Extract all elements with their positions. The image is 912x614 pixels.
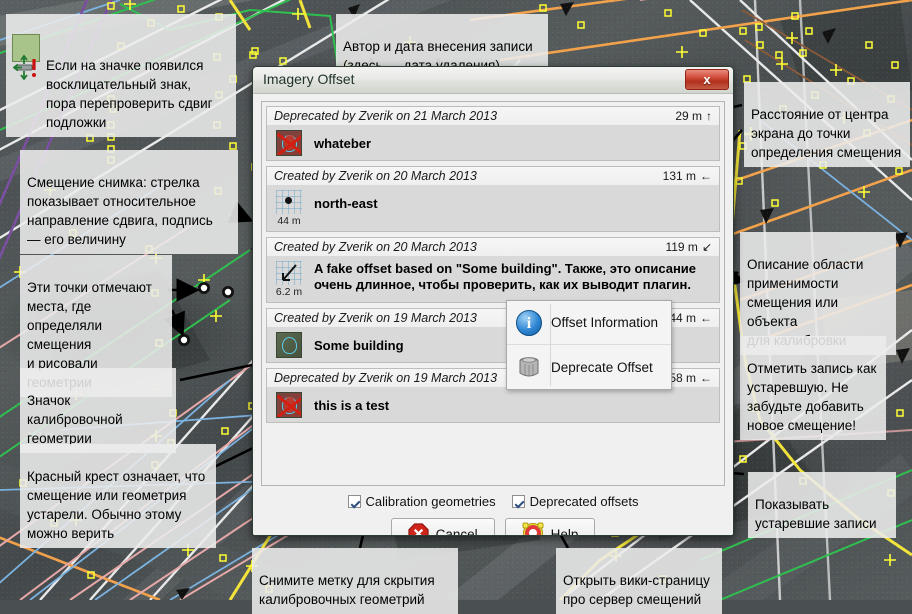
distance-direction-icon: ←	[700, 169, 712, 183]
calibration-geometry-deprecated-icon	[276, 130, 302, 156]
offset-row-title: A fake offset based on "Some building". …	[314, 261, 712, 293]
imagery-offset-dialog: Imagery Offset x Deprecated by Zverik on…	[252, 66, 734, 536]
callout-left-redcross-text: Красный крест означает, что смещение или…	[27, 469, 205, 541]
callout-top-right: Расстояние от центра экрана до точки опр…	[744, 82, 910, 167]
distance-value: 131 m	[663, 169, 696, 183]
callout-bottom-left-text: Снимите метку для скрытия калибровочных …	[259, 573, 435, 607]
offset-row-icon-slot	[274, 392, 304, 418]
offset-context-menu[interactable]: i Offset Information Deprecate Offset	[506, 300, 672, 390]
offset-row-meta: Deprecated by Zverik on 19 March 2013	[274, 371, 497, 385]
offset-row-header: Created by Zverik on 20 March 2013 131 m…	[267, 167, 719, 185]
offset-row-icon-slot	[274, 130, 304, 156]
imagery-offset-button-icon	[12, 34, 40, 62]
checkbox-label: Calibration geometries	[366, 494, 496, 509]
checkbox-deprecated-offsets[interactable]: Deprecated offsets	[512, 494, 639, 509]
offset-magnitude-label: 6.2 m	[276, 286, 302, 298]
filter-checkbox-row: Calibration geometries Deprecated offset…	[253, 494, 733, 509]
offset-list-item[interactable]: Deprecated by Zverik on 21 March 2013 29…	[266, 106, 720, 161]
callout-left-geom-icon-text: Значок калибровочной геометрии	[27, 393, 123, 446]
checkbox-label: Deprecated offsets	[530, 494, 639, 509]
callout-left-geom-icon: Значок калибровочной геометрии	[20, 368, 176, 453]
offset-row-distance: 29 m ↑	[675, 109, 712, 123]
info-icon: i	[507, 310, 551, 336]
callout-right-deprecate-text: Отметить запись как устаревшую. Не забуд…	[747, 361, 876, 433]
menu-item-deprecate-offset[interactable]: Deprecate Offset	[507, 345, 671, 389]
callout-top-left-text: Если на значке появился восклицательный …	[46, 58, 213, 130]
offset-row-icon-slot: 6.2 m	[274, 261, 304, 298]
callout-right-show-deprecated-text: Показывать устаревшие записи	[755, 497, 877, 531]
help-button[interactable]: Help	[505, 518, 596, 536]
offset-magnitude-label: 44 m	[277, 215, 300, 227]
cancel-icon	[408, 523, 429, 537]
offset-row-meta: Created by Zverik on 19 March 2013	[274, 311, 477, 325]
offset-list-item[interactable]: Created by Zverik on 20 March 2013 131 m…	[266, 166, 720, 232]
offset-row-body[interactable]: 44 m north-east	[267, 185, 719, 231]
calibration-geometry-icon	[276, 332, 302, 358]
trash-icon	[507, 354, 551, 380]
dialog-titlebar[interactable]: Imagery Offset x	[253, 67, 733, 94]
distance-value: 119 m	[665, 240, 697, 254]
help-button-label: Help	[551, 527, 579, 536]
callout-top-right-text: Расстояние от центра экрана до точки опр…	[751, 107, 901, 160]
cancel-button-label: Cancel	[436, 527, 478, 536]
dialog-body: Deprecated by Zverik on 21 March 2013 29…	[253, 94, 733, 535]
callout-left-offset-text: Смещение снимка: стрелка показывает отно…	[27, 175, 213, 247]
checkbox-checked-icon[interactable]	[512, 495, 525, 508]
distance-value: 29 m	[675, 109, 702, 123]
menu-item-label: Offset Information	[551, 315, 658, 330]
distance-direction-icon: ←	[700, 311, 712, 325]
offset-row-meta: Deprecated by Zverik on 21 March 2013	[274, 109, 497, 123]
offset-list-item[interactable]: Created by Zverik on 20 March 2013 119 m…	[266, 237, 720, 303]
offset-row-title: whateber	[314, 130, 371, 152]
callout-right-show-deprecated: Показывать устаревшие записи	[748, 472, 896, 538]
offset-row-header: Deprecated by Zverik on 21 March 2013 29…	[267, 107, 719, 125]
offset-row-body[interactable]: whateber	[267, 125, 719, 160]
distance-direction-icon: ↙	[702, 240, 712, 254]
offset-arrow-icon	[276, 261, 302, 285]
callout-right-deprecate: Отметить запись как устаревшую. Не забуд…	[740, 336, 886, 440]
offset-row-title: north-east	[314, 190, 378, 212]
distance-direction-icon: ↑	[706, 109, 712, 123]
dialog-button-row: Cancel Help	[253, 518, 733, 536]
offset-row-meta: Created by Zverik on 20 March 2013	[274, 240, 477, 254]
callout-left-offset: Смещение снимка: стрелка показывает отно…	[20, 150, 238, 254]
calibration-geometry-deprecated-icon	[276, 392, 302, 418]
menu-item-label: Deprecate Offset	[551, 360, 653, 375]
callout-right-description-text: Описание области применимости смещения и…	[747, 257, 863, 348]
callout-top-left: Если на значке появился восклицательный …	[6, 14, 236, 137]
offset-row-distance: 131 m ←	[663, 169, 712, 183]
offset-row-icon-slot: 44 m	[274, 190, 304, 227]
cancel-button[interactable]: Cancel	[391, 518, 495, 536]
offset-row-distance: 119 m ↙	[665, 240, 712, 254]
callout-left-redcross: Красный крест означает, что смещение или…	[20, 444, 216, 548]
dialog-title: Imagery Offset	[263, 71, 355, 87]
distance-direction-icon: ←	[700, 371, 712, 385]
checkbox-calibration-geometries[interactable]: Calibration geometries	[348, 494, 496, 509]
menu-item-offset-information[interactable]: i Offset Information	[507, 301, 671, 345]
checkbox-checked-icon[interactable]	[348, 495, 361, 508]
offset-arrow-icon	[276, 190, 302, 214]
offset-row-title: this is a test	[314, 392, 389, 414]
help-lifering-icon	[522, 522, 544, 536]
callout-bottom-left: Снимите метку для скрытия калибровочных …	[252, 548, 458, 614]
offset-row-meta: Created by Zverik on 20 March 2013	[274, 169, 477, 183]
offset-list[interactable]: Deprecated by Zverik on 21 March 2013 29…	[261, 101, 725, 486]
callout-bottom-center-text: Открыть вики-страницу про сервер смещени…	[563, 573, 710, 607]
offset-row-body[interactable]: 6.2 m A fake offset based on "Some build…	[267, 256, 719, 302]
offset-row-header: Created by Zverik on 20 March 2013 119 m…	[267, 238, 719, 256]
offset-row-body[interactable]: this is a test	[267, 387, 719, 422]
offset-row-icon-slot	[274, 332, 304, 358]
offset-row-title: Some building	[314, 332, 404, 354]
close-icon[interactable]: x	[685, 69, 729, 90]
callout-bottom-center: Открыть вики-страницу про сервер смещени…	[556, 548, 722, 614]
